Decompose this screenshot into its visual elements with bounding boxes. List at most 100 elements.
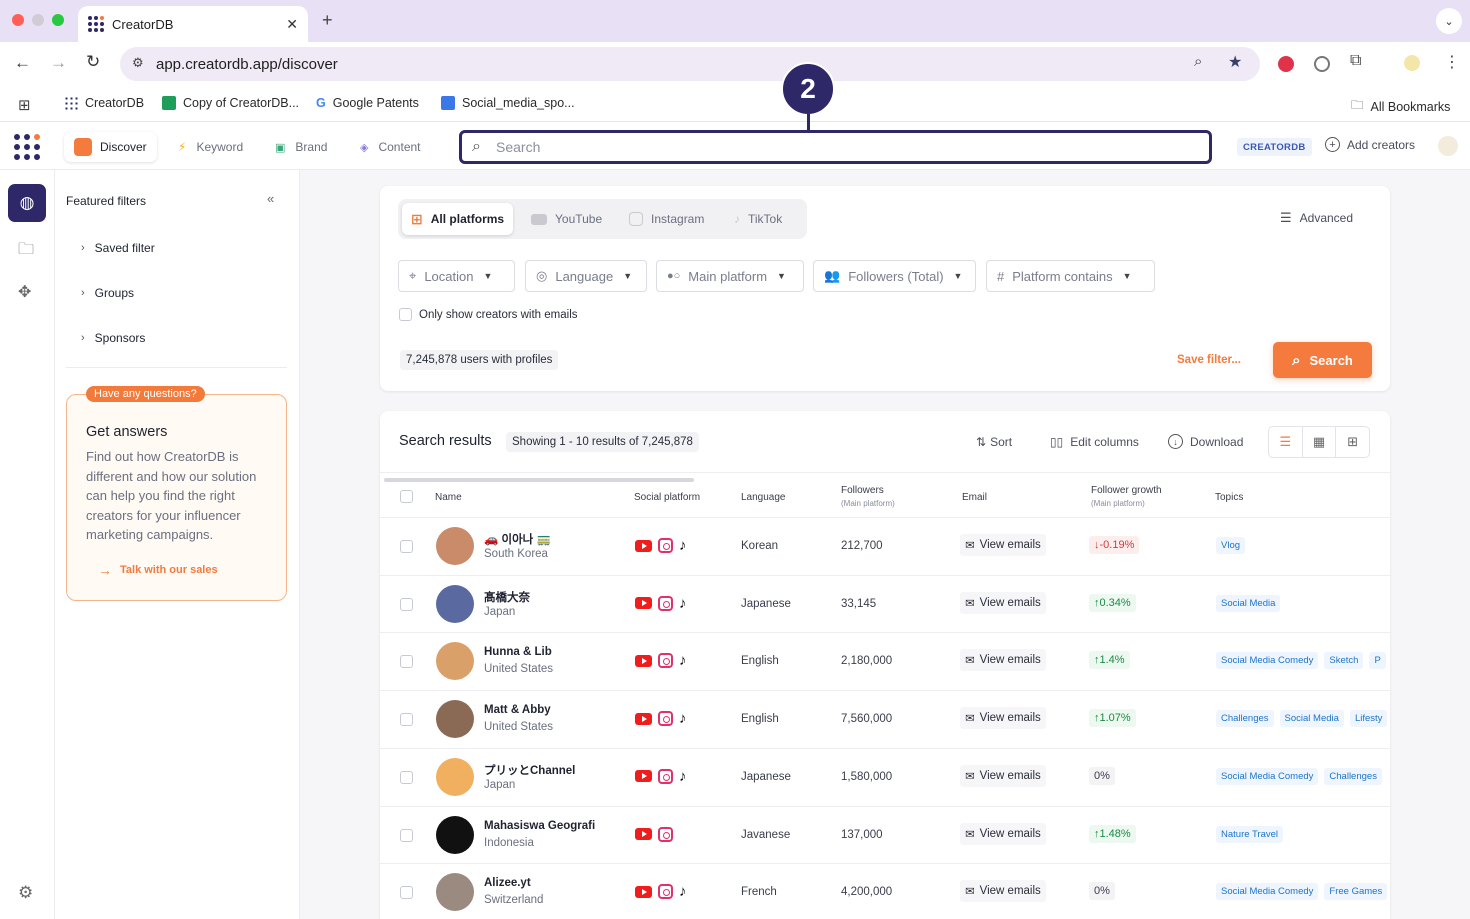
youtube-icon[interactable]: [635, 885, 652, 898]
view-emails-button[interactable]: ✉ View emails: [960, 764, 1046, 787]
avatar[interactable]: [436, 527, 474, 565]
col-email[interactable]: Email: [962, 491, 987, 504]
view-emails-button[interactable]: ✉ View emails: [960, 534, 1046, 556]
instagram-icon[interactable]: [658, 653, 673, 669]
row-checkbox[interactable]: [400, 828, 413, 842]
edit-columns-button[interactable]: ▯▯ Edit columns: [1050, 435, 1139, 449]
sort-button[interactable]: ⇅ Sort: [976, 435, 1012, 449]
tiktok-icon[interactable]: ♪: [679, 538, 687, 553]
avatar[interactable]: [436, 757, 474, 796]
youtube-icon[interactable]: [635, 712, 652, 725]
topic-tag[interactable]: Nature Travel: [1216, 825, 1284, 843]
discover-globe-icon[interactable]: ◍: [8, 184, 46, 222]
nav-keyword[interactable]: ⚡ Keyword: [168, 132, 253, 162]
grid-view-icon[interactable]: ⊞: [1336, 427, 1369, 457]
topic-tag[interactable]: Vlog: [1216, 537, 1246, 554]
advanced-button[interactable]: ☰ Advanced: [1280, 210, 1353, 226]
extensions-puzzle-icon[interactable]: ⧉: [1350, 52, 1361, 70]
table-row[interactable]: プリッとChannel Japan ♪ Japanese 1,580,000 ✉ View …: [380, 747, 1390, 806]
creator-name[interactable]: 🚗 이아나 🚃: [484, 531, 551, 547]
topic-tag[interactable]: P: [1369, 652, 1386, 670]
col-growth[interactable]: Follower growth (Main platform): [1091, 484, 1162, 510]
row-checkbox[interactable]: [400, 597, 413, 611]
instagram-icon[interactable]: [658, 711, 673, 727]
back-icon[interactable]: ←: [14, 53, 31, 73]
col-followers[interactable]: Followers (Main platform): [841, 484, 895, 510]
network-icon[interactable]: ✥: [18, 282, 31, 302]
settings-gear-icon[interactable]: ⚙: [18, 883, 33, 903]
topic-tag[interactable]: Social Media Comedy: [1216, 883, 1319, 901]
creator-name[interactable]: Mahasiswa Geografi: [484, 820, 595, 832]
site-settings-icon[interactable]: ⚙: [132, 55, 144, 71]
topic-tag[interactable]: Social Media Comedy: [1216, 652, 1319, 670]
download-button[interactable]: ↓ Download: [1168, 434, 1243, 449]
nav-brand[interactable]: ▣ Brand: [265, 132, 337, 162]
creator-name[interactable]: Alizee.yt: [484, 877, 531, 889]
list-view-icon[interactable]: ☰: [1269, 427, 1303, 457]
topic-tag[interactable]: Social Media: [1279, 710, 1344, 728]
all-bookmarks[interactable]: 🗀 All Bookmarks: [1351, 96, 1450, 117]
table-row[interactable]: Matt & Abby United States ♪ English 7,560,00…: [380, 690, 1390, 748]
email-only-checkbox[interactable]: Only show creators with emails: [399, 308, 578, 321]
topic-tag[interactable]: Free Games: [1324, 883, 1388, 901]
select-all-checkbox[interactable]: [400, 490, 413, 503]
followers-dropdown[interactable]: 👥 Followers (Total) ▼: [813, 260, 976, 292]
instagram-icon[interactable]: [658, 595, 673, 611]
close-tab-icon[interactable]: ✕: [286, 16, 298, 33]
sponsors-item[interactable]: › Sponsors: [81, 331, 145, 345]
row-checkbox[interactable]: [400, 713, 413, 727]
table-row[interactable]: Mahasiswa Geografi Indonesia Javanese 137,0…: [380, 805, 1390, 864]
avatar[interactable]: [436, 700, 474, 739]
tiktok-icon[interactable]: ♪: [679, 596, 687, 611]
user-avatar[interactable]: [1438, 136, 1458, 156]
topic-tag[interactable]: Challenges: [1216, 710, 1274, 728]
col-platform[interactable]: Social platform: [634, 491, 700, 504]
bookmark-star-icon[interactable]: ★: [1228, 52, 1242, 72]
apps-grid-icon[interactable]: ⊞: [18, 96, 31, 114]
view-emails-button[interactable]: ✉ View emails: [960, 591, 1046, 614]
creator-name[interactable]: Hunna & Lib: [484, 646, 552, 658]
add-creators-button[interactable]: + Add creators: [1325, 137, 1415, 152]
main-platform-dropdown[interactable]: ●○ Main platform ▼: [656, 260, 804, 292]
avatar[interactable]: [436, 642, 474, 681]
avatar[interactable]: [436, 584, 474, 623]
instagram-icon[interactable]: [658, 768, 673, 784]
language-dropdown[interactable]: ◎ Language ▼: [525, 260, 647, 292]
address-bar[interactable]: ⚙ app.creatordb.app/discover ⌕ ★: [120, 47, 1260, 81]
horizontal-scrollbar[interactable]: [384, 478, 694, 482]
row-checkbox[interactable]: [400, 540, 413, 553]
app-logo-icon[interactable]: [14, 134, 40, 160]
platform-contains-dropdown[interactable]: # Platform contains ▼: [986, 260, 1155, 292]
forward-icon[interactable]: →: [50, 53, 67, 73]
row-checkbox[interactable]: [400, 770, 413, 784]
minimize-window-button[interactable]: [32, 14, 44, 26]
view-emails-button[interactable]: ✉ View emails: [960, 822, 1046, 845]
tiktok-icon[interactable]: ♪: [679, 653, 687, 668]
tab-all-platforms[interactable]: ⊞ All platforms: [402, 203, 514, 235]
tiktok-icon[interactable]: ♪: [679, 769, 687, 784]
row-checkbox[interactable]: [400, 655, 413, 669]
profile-icon[interactable]: [1404, 55, 1420, 71]
groups-item[interactable]: › Groups: [81, 286, 134, 300]
nav-content[interactable]: ◈ Content: [350, 132, 431, 162]
row-checkbox[interactable]: [400, 886, 413, 900]
brand-badge[interactable]: CREATORDB: [1237, 138, 1312, 156]
nav-discover[interactable]: Discover: [64, 132, 157, 162]
table-row[interactable]: 🚗 이아나 🚃 South Korea ♪ Korean 212,700 ✉ View em…: [380, 517, 1390, 575]
creator-name[interactable]: プリッとChannel: [484, 762, 575, 778]
youtube-icon[interactable]: [635, 654, 652, 667]
browser-tab[interactable]: CreatorDB ✕: [78, 6, 308, 42]
topic-tag[interactable]: Lifesty: [1349, 710, 1388, 728]
new-tab-button[interactable]: +: [322, 10, 333, 31]
col-name[interactable]: Name: [435, 491, 462, 504]
view-emails-button[interactable]: ✉ View emails: [960, 880, 1046, 903]
view-emails-button[interactable]: ✉ View emails: [960, 707, 1046, 730]
youtube-icon[interactable]: [635, 597, 652, 610]
tiktok-icon[interactable]: ♪: [679, 711, 687, 726]
tiktok-icon[interactable]: ♪: [679, 884, 687, 899]
topic-tag[interactable]: Social Media Comedy: [1216, 767, 1319, 785]
bookmark-google-patents[interactable]: G Google Patents: [316, 96, 419, 110]
browser-menu-icon[interactable]: ⋮: [1444, 52, 1460, 72]
table-row[interactable]: Alizee.yt Switzerland ♪ French 4,200,000 ✉ Vie…: [380, 863, 1390, 919]
extension-red-icon[interactable]: [1278, 56, 1294, 72]
